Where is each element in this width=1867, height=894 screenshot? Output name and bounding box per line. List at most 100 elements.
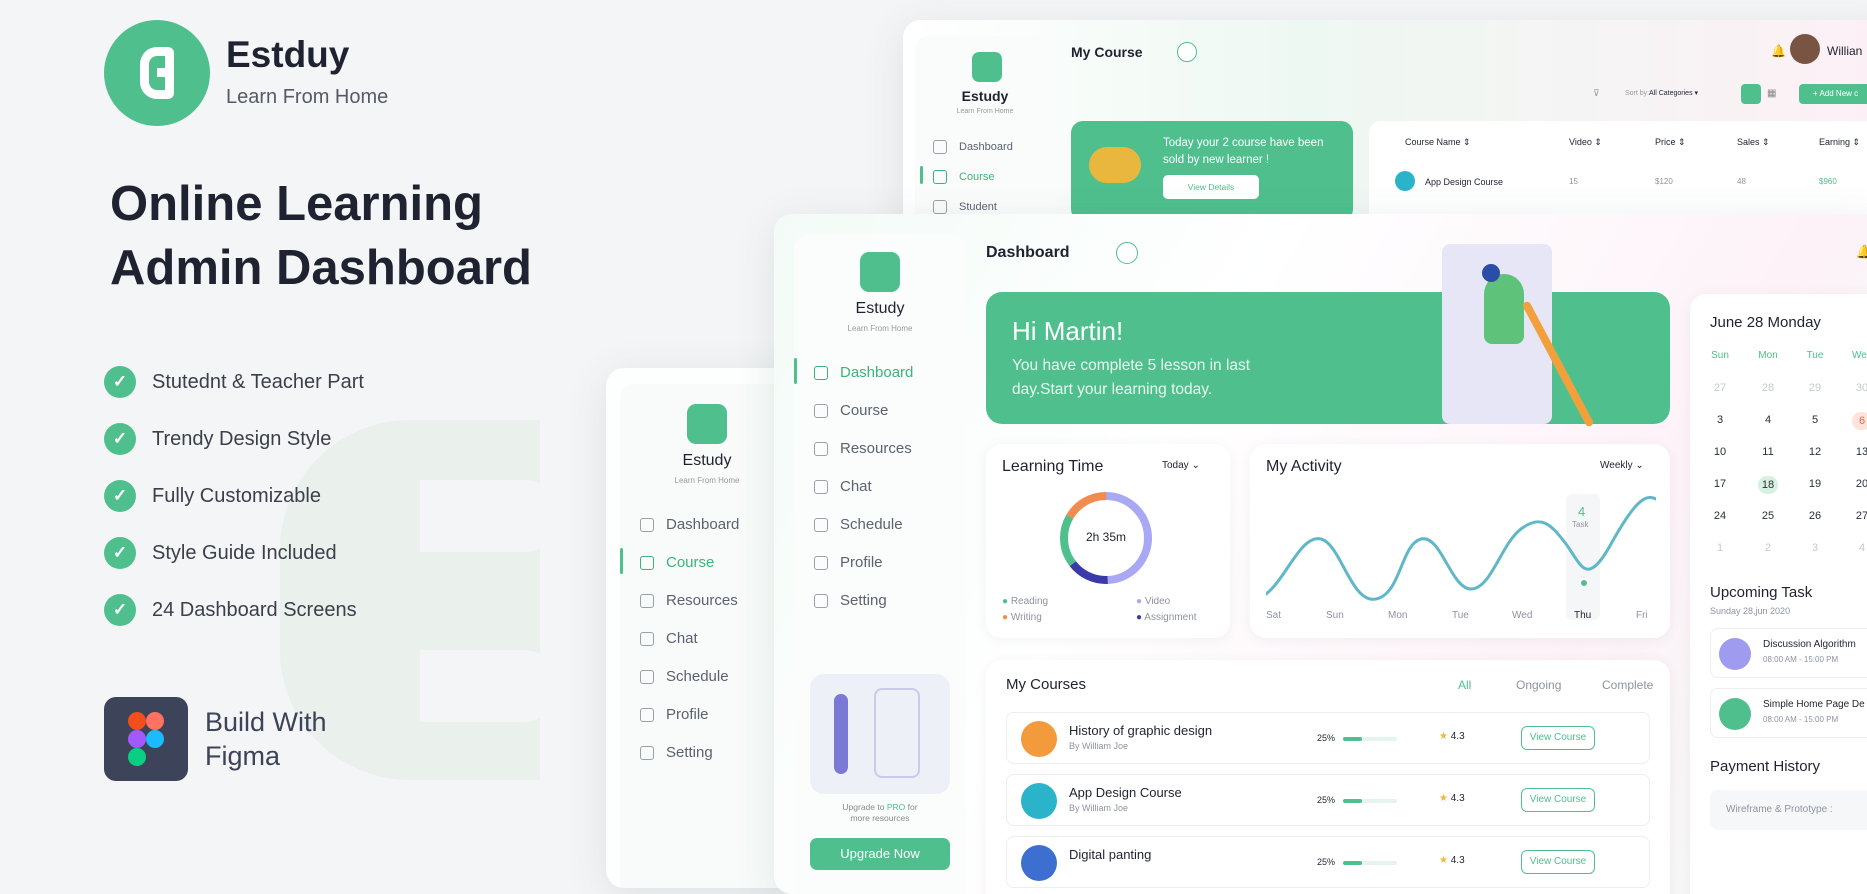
left-nav-dashboard[interactable]: Dashboard	[640, 516, 739, 533]
day-label: Sun	[1326, 610, 1344, 621]
upgrade-now-button[interactable]: Upgrade Now	[810, 838, 950, 870]
search-icon[interactable]	[1177, 42, 1197, 62]
nav-label: Dashboard	[840, 364, 914, 381]
calendar-day[interactable]: 27	[1852, 510, 1867, 522]
calendar-day[interactable]: 19	[1805, 478, 1825, 490]
view-course-button[interactable]: View Course	[1521, 726, 1595, 750]
row-sales: 48	[1737, 177, 1746, 186]
calendar-day[interactable]: 4	[1758, 414, 1778, 426]
calendar-day[interactable]: 25	[1758, 510, 1778, 522]
add-new-course-button[interactable]: + Add New c	[1799, 84, 1867, 104]
search-icon[interactable]	[1116, 242, 1138, 264]
period-label: Today	[1162, 460, 1189, 471]
calendar-day-marked[interactable]: 6	[1852, 412, 1867, 430]
upgrade-text: Upgrade to PRO for more resources	[794, 802, 966, 824]
bell-icon[interactable]: 🔔	[1771, 44, 1786, 58]
calendar-day[interactable]: 28	[1758, 382, 1778, 394]
upgrade-to: to	[877, 802, 885, 812]
task-item[interactable]: Discussion Algorithm 08:00 AM - 15:00 PM	[1710, 628, 1867, 678]
payment-item[interactable]: Wireframe & Prototype :	[1710, 790, 1867, 830]
nav-label: Setting	[840, 592, 887, 609]
check-icon: ✓	[104, 480, 136, 512]
upcoming-task-title: Upcoming Task	[1710, 584, 1813, 601]
back-nav-student[interactable]: Student	[933, 200, 997, 214]
promo-text: Today your 2 course have been sold by ne…	[1163, 137, 1324, 166]
nav-schedule[interactable]: Schedule	[814, 516, 903, 533]
tab-ongoing[interactable]: Ongoing	[1516, 678, 1561, 692]
col-sales[interactable]: Sales ⇕	[1737, 137, 1770, 148]
list-view-icon[interactable]	[1741, 84, 1761, 104]
left-nav-schedule[interactable]: Schedule	[640, 668, 729, 685]
calendar-day[interactable]: 1	[1710, 542, 1730, 554]
calendar-day[interactable]: 11	[1758, 446, 1778, 458]
weekday-label: Sun	[1711, 350, 1729, 361]
legend-label: Reading	[1010, 596, 1049, 607]
calendar-day[interactable]: 29	[1805, 382, 1825, 394]
left-nav-resources[interactable]: Resources	[640, 592, 738, 609]
calendar-day[interactable]: 5	[1805, 414, 1825, 426]
nav-chat[interactable]: Chat	[814, 478, 872, 495]
left-nav-chat[interactable]: Chat	[640, 630, 698, 647]
col-course-name[interactable]: Course Name ⇕	[1405, 137, 1471, 148]
nav-label: Resources	[666, 592, 738, 609]
course-thumbnail-icon	[1021, 783, 1057, 819]
nav-label: Course	[840, 402, 889, 419]
col-price[interactable]: Price ⇕	[1655, 137, 1686, 148]
user-icon	[933, 200, 947, 214]
left-nav-course[interactable]: Course	[640, 554, 714, 571]
nav-course[interactable]: Course	[814, 402, 888, 419]
calendar-day[interactable]: 26	[1805, 510, 1825, 522]
calendar-day[interactable]: 20	[1852, 478, 1867, 490]
calendar-day[interactable]: 30	[1852, 382, 1867, 394]
task-item[interactable]: Simple Home Page De 08:00 AM - 15:00 PM	[1710, 688, 1867, 738]
star-icon: ★	[1439, 793, 1448, 804]
calendar-day[interactable]: 3	[1710, 414, 1730, 426]
calendar-day[interactable]: 10	[1710, 446, 1730, 458]
course-row[interactable]: App Design Course By William Joe 25% ★ 4…	[1006, 774, 1650, 826]
nav-dashboard[interactable]: Dashboard	[814, 364, 913, 381]
course-row[interactable]: History of graphic design By William Joe…	[1006, 712, 1650, 764]
view-course-button[interactable]: View Course	[1521, 850, 1595, 874]
view-details-button[interactable]: View Details	[1163, 175, 1259, 199]
col-video[interactable]: Video ⇕	[1569, 137, 1602, 148]
chevron-down-icon: ⌄	[1191, 460, 1200, 471]
greeting-banner: Hi Martin! You have complete 5 lesson in…	[986, 292, 1670, 424]
grid-icon	[933, 140, 947, 154]
avatar[interactable]	[1790, 34, 1820, 64]
left-nav-profile[interactable]: Profile	[640, 706, 709, 723]
brand-logo	[104, 20, 210, 126]
calendar-day[interactable]: 2	[1758, 542, 1778, 554]
learning-period-select[interactable]: Today ⌄	[1162, 460, 1200, 471]
build-line-2: Figma	[205, 741, 281, 771]
course-progress-bar	[1343, 737, 1397, 741]
calendar-day[interactable]: 27	[1710, 382, 1730, 394]
back-nav-dashboard[interactable]: Dashboard	[933, 140, 1013, 154]
upgrade-word: Upgrade	[842, 802, 876, 812]
nav-setting[interactable]: Setting	[814, 592, 887, 609]
left-nav-setting[interactable]: Setting	[640, 744, 713, 761]
back-nav-course[interactable]: Course	[933, 170, 994, 184]
calendar-day-selected[interactable]: 18	[1758, 476, 1778, 494]
tab-complete[interactable]: Complete	[1602, 678, 1653, 692]
activity-period-select[interactable]: Weekly ⌄	[1600, 460, 1644, 471]
calendar-day[interactable]: 13	[1852, 446, 1867, 458]
nav-label: Resources	[840, 440, 912, 457]
sort-select[interactable]: All Categories ▾	[1649, 87, 1731, 101]
calendar-day[interactable]: 3	[1805, 542, 1825, 554]
nav-profile[interactable]: Profile	[814, 554, 883, 571]
calendar-day[interactable]: 24	[1710, 510, 1730, 522]
filter-icon[interactable]: ⊽	[1593, 88, 1600, 99]
col-earning[interactable]: Earning ⇕	[1819, 137, 1860, 148]
legend-label: Video	[1144, 596, 1171, 607]
nav-resources[interactable]: Resources	[814, 440, 912, 457]
course-row[interactable]: Digital panting 25% ★ 4.3 View Course	[1006, 836, 1650, 888]
calendar-day[interactable]: 12	[1805, 446, 1825, 458]
bell-icon[interactable]: 🔔	[1856, 244, 1867, 260]
calendar-day[interactable]: 4	[1852, 542, 1867, 554]
tab-all[interactable]: All	[1458, 678, 1471, 692]
view-course-button[interactable]: View Course	[1521, 788, 1595, 812]
calendar-day[interactable]: 17	[1710, 478, 1730, 490]
course-name: App Design Course	[1069, 785, 1182, 800]
student-illustration	[1484, 274, 1524, 344]
grid-view-icon[interactable]: ▦	[1767, 88, 1776, 99]
